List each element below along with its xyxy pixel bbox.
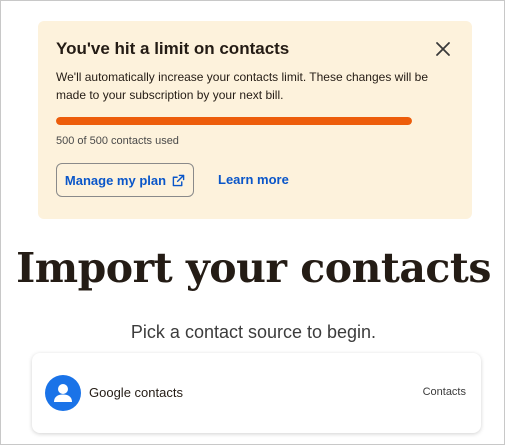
person-icon <box>45 375 81 411</box>
learn-more-link[interactable]: Learn more <box>218 172 289 187</box>
close-icon[interactable] <box>434 40 452 58</box>
google-contacts-source-card[interactable]: Google contacts Contacts <box>32 353 481 433</box>
contacts-usage-bar <box>56 117 412 125</box>
page-subtitle: Pick a contact source to begin. <box>130 322 377 342</box>
notice-body: We'll automatically increase your contac… <box>56 70 429 102</box>
app-frame: You've hit a limit on contacts We'll aut… <box>0 0 505 445</box>
manage-plan-label: Manage my plan <box>64 172 167 188</box>
source-type-label: Contacts <box>422 386 466 398</box>
notice-title: You've hit a limit on contacts <box>56 39 290 58</box>
manage-plan-button[interactable]: Manage my plan <box>56 163 194 197</box>
contacts-usage-fill <box>56 117 412 125</box>
external-link-icon <box>172 174 185 186</box>
contacts-usage-text: 500 of 500 contacts used <box>56 135 179 147</box>
page-title: Import your contacts <box>16 244 491 292</box>
contacts-limit-notice: You've hit a limit on contacts We'll aut… <box>38 21 472 219</box>
source-name: Google contacts <box>89 385 183 400</box>
